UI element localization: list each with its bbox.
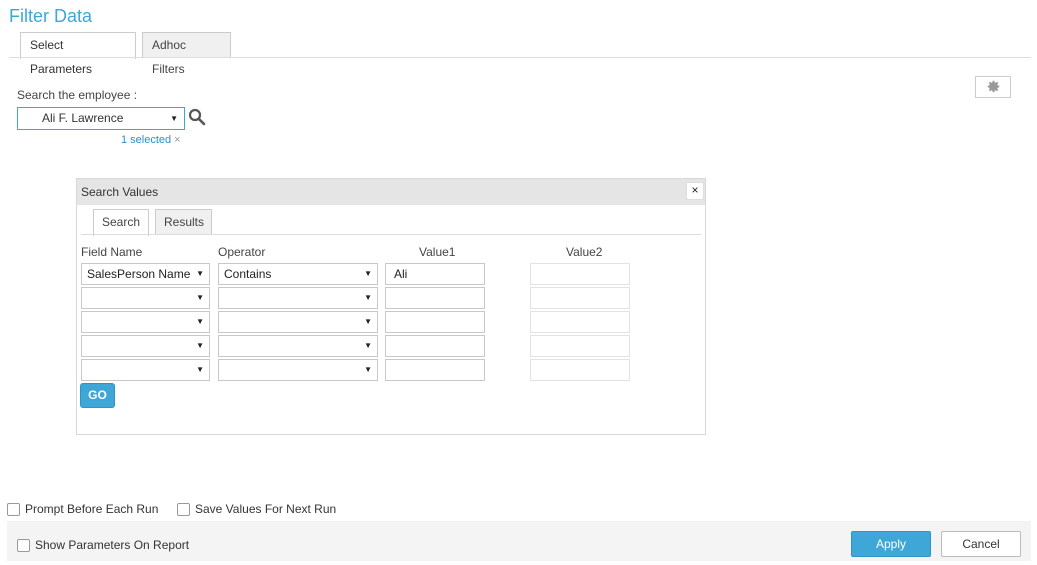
dialog-header: Search Values bbox=[77, 179, 705, 205]
page-title: Filter Data bbox=[9, 6, 93, 26]
chevron-down-icon: ▼ bbox=[364, 341, 372, 350]
field-name-select[interactable]: ▼ bbox=[81, 359, 210, 381]
filter-row: ▼ ▼ bbox=[77, 359, 707, 381]
chevron-down-icon: ▼ bbox=[170, 114, 178, 123]
value1-input[interactable] bbox=[385, 359, 485, 381]
cancel-button[interactable]: Cancel bbox=[941, 531, 1021, 557]
prompt-before-run-checkbox[interactable] bbox=[7, 502, 20, 516]
value1-input[interactable]: Ali bbox=[385, 263, 485, 285]
field-name-select[interactable]: ▼ bbox=[81, 287, 210, 309]
field-name-select[interactable]: ▼ bbox=[81, 311, 210, 333]
selection-count-text[interactable]: 1 selected bbox=[121, 134, 171, 146]
value2-input[interactable] bbox=[530, 311, 630, 333]
tabs-divider bbox=[9, 57, 1031, 58]
filter-row: SalesPerson Name ▼ Contains ▼ Ali bbox=[77, 263, 707, 285]
chevron-down-icon: ▼ bbox=[364, 293, 372, 302]
selection-count: 1 selected × bbox=[121, 134, 181, 146]
save-values-checkbox[interactable] bbox=[177, 502, 190, 516]
chevron-down-icon: ▼ bbox=[196, 269, 204, 278]
filter-row: ▼ ▼ bbox=[77, 335, 707, 357]
employee-select[interactable]: Ali F. Lawrence ▼ bbox=[17, 107, 185, 130]
tab-results[interactable]: Results bbox=[155, 209, 212, 235]
operator-select[interactable]: ▼ bbox=[218, 335, 378, 357]
column-header-field-name: Field Name bbox=[81, 245, 143, 259]
prompt-before-run-option[interactable]: Prompt Before Each Run bbox=[7, 502, 158, 516]
show-parameters-option[interactable]: Show Parameters On Report bbox=[17, 538, 189, 552]
value2-input[interactable] bbox=[530, 359, 630, 381]
chevron-down-icon: ▼ bbox=[196, 293, 204, 302]
close-icon[interactable]: × bbox=[686, 182, 704, 200]
value2-input[interactable] bbox=[530, 263, 630, 285]
save-values-option[interactable]: Save Values For Next Run bbox=[177, 502, 336, 516]
operator-select[interactable]: Contains ▼ bbox=[218, 263, 378, 285]
field-name-value: SalesPerson Name bbox=[87, 267, 191, 281]
search-values-dialog: Search Values × Search Results Field Nam… bbox=[76, 178, 706, 435]
value2-input[interactable] bbox=[530, 335, 630, 357]
search-icon bbox=[188, 108, 206, 126]
operator-select[interactable]: ▼ bbox=[218, 287, 378, 309]
dialog-title: Search Values bbox=[81, 185, 159, 199]
value1-input[interactable] bbox=[385, 287, 485, 309]
column-header-value2: Value2 bbox=[566, 245, 603, 259]
employee-search-button[interactable] bbox=[188, 108, 208, 128]
operator-select[interactable]: ▼ bbox=[218, 359, 378, 381]
chevron-down-icon: ▼ bbox=[364, 365, 372, 374]
tab-search[interactable]: Search bbox=[93, 209, 149, 236]
field-name-select[interactable]: SalesPerson Name ▼ bbox=[81, 263, 210, 285]
chevron-down-icon: ▼ bbox=[196, 341, 204, 350]
value1-input[interactable] bbox=[385, 335, 485, 357]
employee-select-value: Ali F. Lawrence bbox=[42, 111, 124, 125]
prompt-before-run-label: Prompt Before Each Run bbox=[25, 502, 159, 516]
gear-icon bbox=[987, 80, 1000, 93]
field-name-select[interactable]: ▼ bbox=[81, 335, 210, 357]
clear-selection-icon[interactable]: × bbox=[174, 134, 180, 146]
value1-input[interactable] bbox=[385, 311, 485, 333]
apply-button[interactable]: Apply bbox=[851, 531, 931, 557]
operator-value: Contains bbox=[224, 267, 272, 281]
column-header-operator: Operator bbox=[218, 245, 266, 259]
filter-row: ▼ ▼ bbox=[77, 287, 707, 309]
show-parameters-label: Show Parameters On Report bbox=[35, 538, 190, 552]
settings-button[interactable] bbox=[975, 76, 1011, 98]
chevron-down-icon: ▼ bbox=[364, 317, 372, 326]
dialog-tabs-divider bbox=[81, 234, 701, 235]
tab-select-parameters[interactable]: Select Parameters bbox=[20, 32, 136, 76]
operator-select[interactable]: ▼ bbox=[218, 311, 378, 333]
chevron-down-icon: ▼ bbox=[196, 317, 204, 326]
show-parameters-checkbox[interactable] bbox=[17, 538, 30, 552]
go-button[interactable]: GO bbox=[80, 383, 115, 408]
column-header-value1: Value1 bbox=[419, 245, 456, 259]
chevron-down-icon: ▼ bbox=[196, 365, 204, 374]
value2-input[interactable] bbox=[530, 287, 630, 309]
tab-adhoc-filters[interactable]: Adhoc Filters bbox=[142, 32, 231, 76]
employee-search-label: Search the employee : bbox=[17, 88, 138, 102]
filter-data-page: Filter Data Select Parameters Adhoc Filt… bbox=[0, 0, 1037, 565]
save-values-label: Save Values For Next Run bbox=[195, 502, 337, 516]
filter-row: ▼ ▼ bbox=[77, 311, 707, 333]
chevron-down-icon: ▼ bbox=[364, 269, 372, 278]
